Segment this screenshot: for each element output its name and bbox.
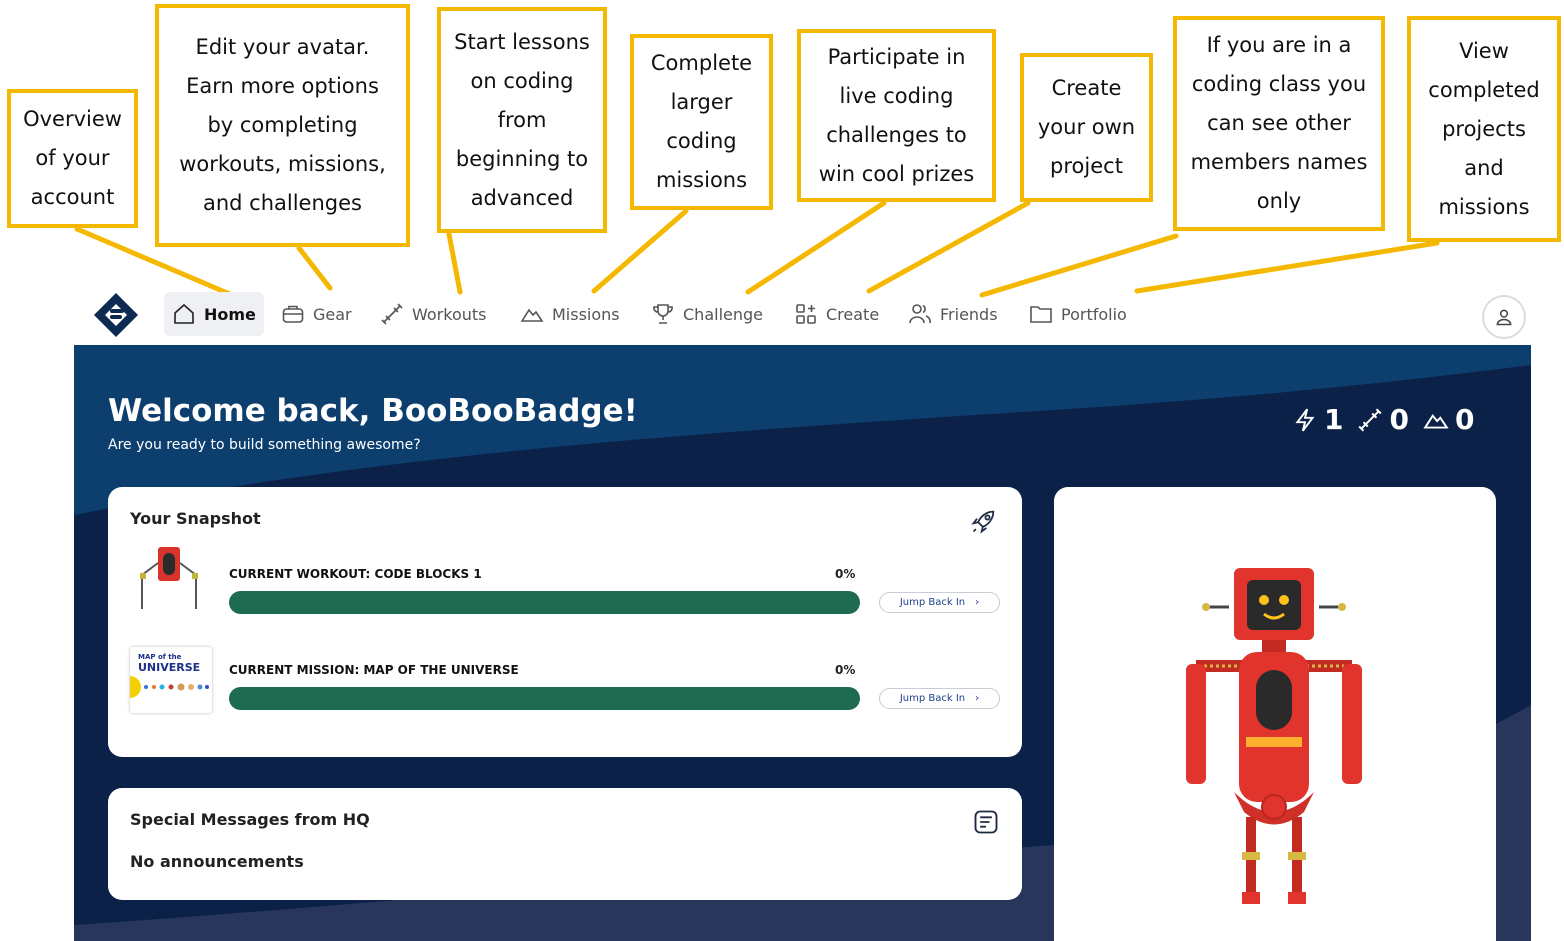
stat-energy-value: 1 <box>1324 403 1344 436</box>
folder-icon <box>1030 306 1052 323</box>
mission-progress-percent: 0% <box>835 663 856 677</box>
home-icon <box>174 303 194 324</box>
snapshot-title: Your Snapshot <box>130 509 261 528</box>
stat-missions: 0 <box>1423 403 1474 436</box>
callout-challenge: Participate in live coding challenges to… <box>797 29 996 202</box>
dashboard-hero: Welcome back, BooBooBadge! Are you ready… <box>74 345 1531 941</box>
connector-workouts <box>446 231 463 295</box>
robot-avatar <box>1186 568 1362 904</box>
nav-challenge-label: Challenge <box>683 304 763 324</box>
nav-missions-label: Missions <box>552 304 620 324</box>
nav-gear-label: Gear <box>313 304 352 324</box>
chevron-right-icon: › <box>975 597 980 608</box>
nav-workouts[interactable]: Workouts <box>372 292 494 336</box>
nav-workouts-label: Workouts <box>412 304 487 324</box>
nav-create[interactable]: Create <box>786 292 887 336</box>
mission-row-label: CURRENT MISSION: MAP OF THE UNIVERSE <box>229 663 519 677</box>
nav-friends-label: Friends <box>940 304 998 324</box>
grid-plus-icon <box>796 304 816 324</box>
top-nav: Home Gear Workouts Missions Challenge Cr… <box>0 285 1564 345</box>
thumb-big-text: UNIVERSE <box>138 661 201 674</box>
connector-create <box>866 200 1031 294</box>
stat-missions-value: 0 <box>1454 403 1475 436</box>
nav-home-label: Home <box>204 304 256 324</box>
nav-create-label: Create <box>826 304 880 324</box>
workout-progress-percent: 0% <box>835 567 856 581</box>
mission-jump-back-button[interactable]: Jump Back In › <box>879 688 1000 709</box>
nav-missions[interactable]: Missions <box>512 292 628 336</box>
mountain-icon <box>520 308 544 322</box>
trophy-icon <box>653 304 673 324</box>
nav-gear[interactable]: Gear <box>273 292 360 336</box>
dumbbell-icon <box>381 303 403 325</box>
mission-jump-back-label: Jump Back In <box>899 693 966 704</box>
messages-title: Special Messages from HQ <box>130 810 370 829</box>
callout-missions: Complete larger coding missions <box>630 34 773 210</box>
callout-friends: If you are in a coding class you can see… <box>1173 16 1385 231</box>
callout-portfolio: View completed projects and missions <box>1407 16 1561 242</box>
connector-missions <box>591 208 689 294</box>
briefcase-icon <box>282 305 304 323</box>
map-of-the-universe-thumbnail: MAP of the UNIVERSE <box>130 647 212 713</box>
connector-challenge <box>745 200 887 295</box>
nav-portfolio[interactable]: Portfolio <box>1021 292 1135 336</box>
profile-button[interactable] <box>1482 295 1526 339</box>
welcome-subtitle: Are you ready to build something awesome… <box>108 437 421 453</box>
workout-row-label: CURRENT WORKOUT: CODE BLOCKS 1 <box>229 567 482 581</box>
mission-progress-bar <box>229 687 860 710</box>
mountain-icon <box>1423 413 1449 429</box>
nav-friends[interactable]: Friends <box>900 292 1006 336</box>
callout-workouts: Start lessons on coding from beginning t… <box>437 7 607 233</box>
no-announcements-text: No announcements <box>130 852 304 871</box>
messages-card: Special Messages from HQ No announcement… <box>108 788 1022 900</box>
callout-gear: Edit your avatar. Earn more options by c… <box>155 4 410 247</box>
user-icon <box>1496 309 1512 326</box>
note-icon <box>974 810 998 834</box>
snapshot-card: Your Snapshot CURRENT WORKOUT: CODE BLOC… <box>108 487 1022 757</box>
nav-challenge[interactable]: Challenge <box>643 292 771 336</box>
workout-jump-back-button[interactable]: Jump Back In › <box>879 592 1000 613</box>
connector-gear <box>296 245 333 291</box>
thumb-small-text: MAP of the <box>138 653 182 661</box>
stats-bar: 1 0 0 <box>1292 403 1480 436</box>
callout-create: Create your own project <box>1020 53 1153 202</box>
avatar-card[interactable] <box>1054 487 1496 941</box>
workout-progress-bar <box>229 591 860 614</box>
chevron-right-icon: › <box>975 693 980 704</box>
dumbbell-icon <box>1358 407 1383 432</box>
workout-jump-back-label: Jump Back In <box>899 597 966 608</box>
lightning-icon <box>1295 408 1315 431</box>
stat-workouts: 0 <box>1357 403 1409 436</box>
stat-workouts-value: 0 <box>1389 403 1409 436</box>
users-icon <box>909 304 931 324</box>
planets-graphic <box>130 676 209 698</box>
callout-home: Overview of your account <box>7 89 138 228</box>
robot-thumbnail <box>140 547 198 609</box>
nav-home[interactable]: Home <box>164 292 264 336</box>
stat-energy: 1 <box>1292 403 1343 436</box>
rocket-icon <box>971 510 995 534</box>
app-logo-icon[interactable] <box>92 291 140 339</box>
welcome-heading: Welcome back, BooBooBadge! <box>108 393 638 429</box>
connector-portfolio <box>1134 240 1440 294</box>
nav-portfolio-label: Portfolio <box>1061 304 1127 324</box>
